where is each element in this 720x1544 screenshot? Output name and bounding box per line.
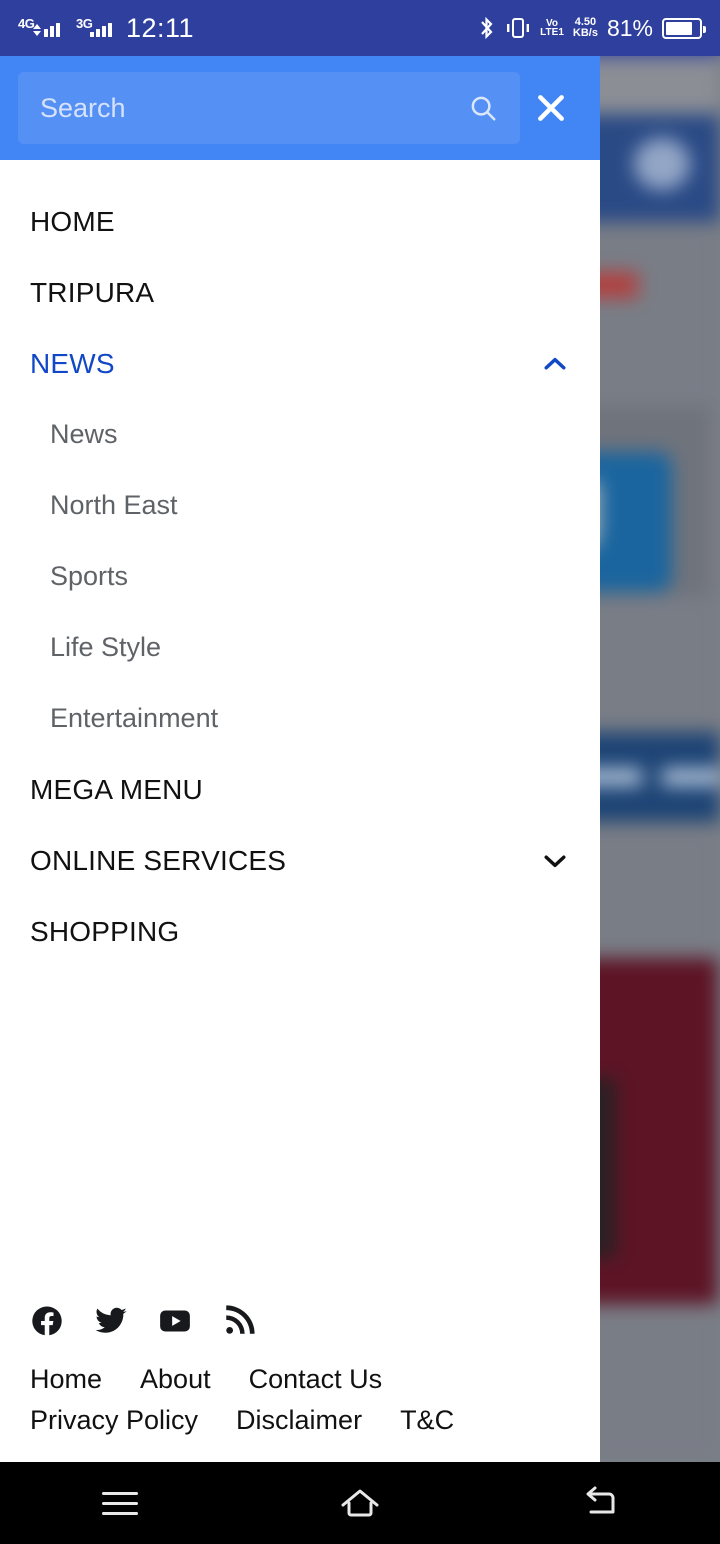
- social-links: [30, 1304, 570, 1338]
- signal-bars-4g: [32, 21, 66, 37]
- search-icon[interactable]: [468, 93, 498, 123]
- submenu-item-north-east[interactable]: North East: [0, 470, 600, 541]
- battery-icon: [662, 17, 706, 39]
- submenu-item-label: Entertainment: [50, 703, 219, 733]
- search-box[interactable]: [18, 72, 520, 144]
- submenu-item-label: News: [50, 419, 118, 449]
- volte-indicator: Vo LTE1: [540, 19, 564, 38]
- recents-button[interactable]: [0, 1485, 240, 1522]
- rss-icon[interactable]: [222, 1304, 256, 1338]
- submenu-item-label: Life Style: [50, 632, 162, 662]
- menu-item-label: NEWS: [30, 347, 115, 379]
- android-navigation-bar: [0, 1462, 720, 1544]
- facebook-icon[interactable]: [30, 1304, 64, 1338]
- status-bar-clock: 12:11: [126, 12, 195, 43]
- footer-links-row-2: Privacy Policy Disclaimer T&C: [30, 1405, 454, 1436]
- search-header: [0, 56, 600, 160]
- navigation-drawer: HOME TRIPURA NEWS News North East S: [0, 56, 600, 1462]
- menu-item-label: SHOPPING: [30, 915, 180, 947]
- submenu-item-entertainment[interactable]: Entertainment: [0, 683, 600, 754]
- footer-link-home[interactable]: Home: [30, 1364, 102, 1395]
- footer-links: Home About Contact Us Privacy Policy Dis…: [30, 1364, 570, 1436]
- status-bar-left: 4G 3G 12:11: [18, 13, 194, 44]
- menu-item-label: TRIPURA: [30, 276, 155, 308]
- drawer-footer: Home About Contact Us Privacy Policy Dis…: [0, 1304, 600, 1462]
- close-drawer-button[interactable]: [520, 91, 582, 125]
- bluetooth-icon: [481, 16, 493, 40]
- network-speed-unit: KB/s: [572, 27, 598, 39]
- signal-indicator-3g: 3G: [76, 16, 112, 37]
- data-transfer-arrows-icon: [32, 21, 41, 37]
- drawer-menu: HOME TRIPURA NEWS News North East Sports…: [0, 160, 600, 1304]
- footer-link-contact-us[interactable]: Contact Us: [249, 1364, 383, 1395]
- footer-link-disclaimer[interactable]: Disclaimer: [236, 1405, 362, 1436]
- home-button[interactable]: [240, 1481, 480, 1525]
- footer-link-about[interactable]: About: [140, 1364, 211, 1395]
- status-bar-right: Vo LTE1 4.50 KB/s 81%: [478, 14, 706, 42]
- menu-item-tripura[interactable]: TRIPURA: [0, 257, 600, 328]
- youtube-icon[interactable]: [158, 1304, 192, 1338]
- back-icon[interactable]: [575, 1481, 625, 1525]
- search-input[interactable]: [40, 92, 468, 124]
- menu-item-home[interactable]: HOME: [0, 186, 600, 257]
- submenu-item-label: Sports: [50, 561, 129, 591]
- footer-link-privacy-policy[interactable]: Privacy Policy: [30, 1405, 198, 1436]
- menu-item-label: HOME: [30, 205, 115, 237]
- chevron-up-icon[interactable]: [540, 349, 570, 379]
- battery-percentage: 81%: [606, 14, 653, 41]
- volte-bottom-label: LTE1: [540, 27, 564, 38]
- recents-icon[interactable]: [102, 1485, 138, 1522]
- background-header-logo: [634, 138, 690, 190]
- footer-links-row-1: Home About Contact Us: [30, 1364, 382, 1395]
- submenu-item-news[interactable]: News: [0, 399, 600, 470]
- news-submenu: News North East Sports Life Style Entert…: [0, 399, 600, 754]
- back-button[interactable]: [480, 1481, 720, 1525]
- close-icon[interactable]: [534, 91, 568, 125]
- home-icon[interactable]: [333, 1481, 387, 1525]
- signal-indicator-4g: 4G: [18, 17, 66, 37]
- network-speed-indicator: 4.50 KB/s: [573, 17, 598, 39]
- submenu-item-life-style[interactable]: Life Style: [0, 612, 600, 683]
- submenu-item-sports[interactable]: Sports: [0, 541, 600, 612]
- menu-item-shopping[interactable]: SHOPPING: [0, 896, 600, 967]
- vibrate-icon: [507, 18, 530, 38]
- status-bar: 4G 3G 12:11 Vo LTE1 4.50 KB/s 81%: [0, 0, 720, 56]
- menu-item-label: MEGA MENU: [30, 773, 203, 805]
- footer-link-tc[interactable]: T&C: [400, 1405, 454, 1436]
- menu-item-label: ONLINE SERVICES: [30, 844, 287, 876]
- twitter-icon[interactable]: [94, 1304, 128, 1338]
- phone-screen: 4G 3G 12:11 Vo LTE1 4.50 KB/s 81% Search…: [0, 0, 720, 1544]
- submenu-item-label: North East: [50, 490, 178, 520]
- signal-bars-3g: [90, 21, 112, 37]
- menu-item-online-services[interactable]: ONLINE SERVICES: [0, 825, 600, 896]
- menu-item-news[interactable]: NEWS: [0, 328, 600, 399]
- menu-item-mega-menu[interactable]: MEGA MENU: [0, 754, 600, 825]
- network-type-3g-label: 3G: [76, 16, 93, 31]
- chevron-down-icon[interactable]: [540, 846, 570, 876]
